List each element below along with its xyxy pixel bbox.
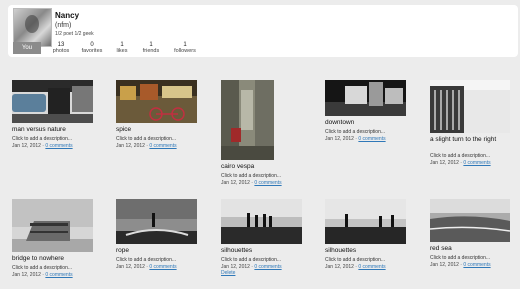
photo-date: Jan 12, 2012 [12,143,41,149]
photo-description[interactable]: Click to add a description... [221,173,281,179]
photo-date: Jan 12, 2012 [430,160,459,166]
photo-meta: Jan 12, 2012 · 0 comments [116,264,177,270]
photo-description[interactable]: Click to add a description... [12,265,72,271]
comments-link[interactable]: 0 comments [149,264,176,270]
photo-title[interactable]: spice [116,126,131,134]
stat-followers[interactable]: 1 followers [171,42,199,54]
photo-description[interactable]: Click to add a description... [116,257,176,263]
stat-photos-label: photos [52,48,70,54]
photo-description[interactable]: Click to add a description... [430,153,490,159]
comments-link[interactable]: 0 comments [254,264,281,270]
delete-link[interactable]: Delete [221,270,235,276]
photo-description[interactable]: Click to add a description... [116,136,176,142]
photo-title[interactable]: man versus nature [12,126,66,134]
photo-title[interactable]: red sea [430,245,452,253]
profile-tagline: 1/2 poet 1/2 geek [55,31,94,37]
photo-description[interactable]: Click to add a description... [325,257,385,263]
stat-likes-label: likes [116,48,128,54]
photo-meta: Jan 12, 2012 · 0 comments [325,136,386,142]
photo-date: Jan 12, 2012 [221,180,250,186]
photo-meta: Jan 12, 2012 · 0 comments [12,143,73,149]
photo-thumbnail[interactable] [325,199,406,244]
comments-link[interactable]: 0 comments [149,143,176,149]
stat-favorites[interactable]: 0 favorites [78,42,106,54]
comments-link[interactable]: 0 comments [463,160,490,166]
photo-title[interactable]: silhouettes [325,247,356,255]
photo-date: Jan 12, 2012 [325,136,354,142]
photo-title[interactable]: silhouettes [221,247,252,255]
comments-link[interactable]: 0 comments [254,180,281,186]
photo-meta: Jan 12, 2012 · 0 comments [116,143,177,149]
photo-meta: Jan 12, 2012 · 0 comments [430,160,491,166]
comments-link[interactable]: 0 comments [358,264,385,270]
photo-title[interactable]: rope [116,247,129,255]
photo-meta: Jan 12, 2012 · 0 comments [430,262,491,268]
profile-header: Nancy (nfm) 1/2 poet 1/2 geek You 13 pho… [8,5,518,57]
photo-thumbnail[interactable] [325,80,406,116]
stat-friends[interactable]: 1 friends [139,42,163,54]
stat-favorites-label: favorites [81,48,103,54]
photo-thumbnail[interactable] [12,80,93,123]
comments-link[interactable]: 0 comments [45,272,72,278]
photo-description[interactable]: Click to add a description... [430,255,490,261]
photo-date: Jan 12, 2012 [116,143,145,149]
photo-thumbnail[interactable] [116,80,197,123]
stat-likes[interactable]: 1 likes [112,42,132,54]
photo-title[interactable]: a slight turn to the right [430,136,502,144]
photo-description[interactable]: Click to add a description... [325,129,385,135]
comments-link[interactable]: 0 comments [463,262,490,268]
photo-date: Jan 12, 2012 [325,264,354,270]
photo-thumbnail[interactable] [12,199,93,252]
photo-thumbnail[interactable] [221,199,302,244]
tab-you[interactable]: You [13,42,41,54]
comments-link[interactable]: 0 comments [45,143,72,149]
photo-meta: Jan 12, 2012 · 0 comments [12,272,73,278]
photo-thumbnail[interactable] [221,80,274,160]
photo-title[interactable]: downtown [325,119,354,127]
photo-meta: Jan 12, 2012 · 0 comments [221,180,282,186]
photo-thumbnail[interactable] [116,199,197,244]
comments-link[interactable]: 0 comments [358,136,385,142]
profile-name[interactable]: Nancy [55,11,79,20]
photo-title[interactable]: cairo vespa [221,163,254,171]
photo-description[interactable]: Click to add a description... [12,136,72,142]
photo-date: Jan 12, 2012 [430,262,459,268]
photo-meta: Jan 12, 2012 · 0 comments [325,264,386,270]
photo-date: Jan 12, 2012 [116,264,145,270]
stat-friends-label: friends [142,48,160,54]
photo-date: Jan 12, 2012 [12,272,41,278]
photo-thumbnail[interactable] [430,80,510,133]
stat-photos[interactable]: 13 photos [50,42,72,54]
profile-handle: (nfm) [55,22,72,29]
photo-description[interactable]: Click to add a description... [221,257,281,263]
photo-title[interactable]: bridge to nowhere [12,255,64,263]
photo-thumbnail[interactable] [430,199,510,242]
stat-followers-label: followers [174,48,196,54]
